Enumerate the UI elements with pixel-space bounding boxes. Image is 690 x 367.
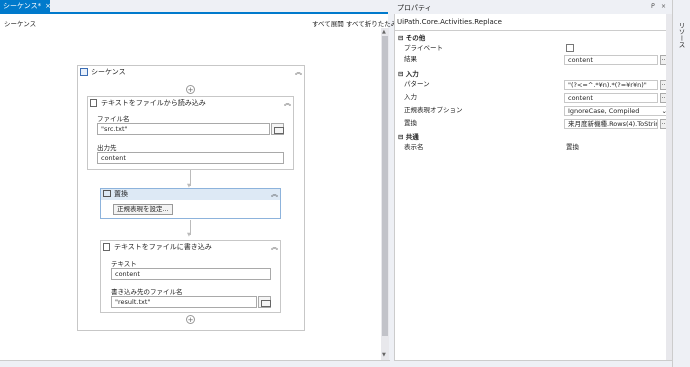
read-activity-title: テキストをファイルから読み込み bbox=[101, 99, 206, 107]
divider bbox=[394, 30, 672, 31]
result-input[interactable]: content bbox=[564, 55, 658, 65]
activity-type-name: UiPath.Core.Activities.Replace bbox=[397, 18, 502, 26]
display-name-value[interactable]: 置換 bbox=[566, 142, 579, 153]
breadcrumb[interactable]: シーケンス bbox=[4, 18, 36, 28]
output-label: 出力先 bbox=[97, 144, 117, 152]
regex-options-dropdown[interactable]: IgnoreCase, Compiled ⌄ bbox=[564, 106, 671, 116]
prop-label-input: 入力 bbox=[404, 93, 417, 101]
prop-label-replacement: 置換 bbox=[404, 119, 417, 127]
write-text-input[interactable]: content bbox=[111, 268, 271, 280]
category-common[interactable]: ⊟ 共通 bbox=[398, 131, 419, 141]
designer-status-bar bbox=[0, 360, 390, 367]
resources-tab[interactable]: リソース bbox=[676, 22, 686, 48]
prop-label-private: プライベート bbox=[404, 44, 443, 52]
properties-status-bar bbox=[394, 360, 672, 367]
sequence-icon bbox=[80, 68, 88, 76]
expand-all-link[interactable]: すべて展開 bbox=[312, 18, 344, 28]
read-file-name-input[interactable]: "src.txt" bbox=[97, 123, 270, 135]
scroll-up-icon[interactable]: ▲ bbox=[382, 29, 386, 35]
prop-label-result: 結果 bbox=[404, 55, 417, 63]
collapse-icon[interactable]: ︽ bbox=[271, 189, 278, 199]
prop-label-pattern: パターン bbox=[404, 80, 430, 88]
private-checkbox[interactable] bbox=[566, 44, 574, 52]
replace-icon bbox=[103, 190, 111, 197]
collapse-all-link[interactable]: すべて折りたたみ bbox=[346, 18, 397, 28]
tab-label: シーケンス* bbox=[3, 2, 42, 10]
write-activity-title: テキストをファイルに書き込み bbox=[114, 243, 212, 251]
category-input[interactable]: ⊟ 入力 bbox=[398, 68, 419, 78]
sequence-title: シーケンス bbox=[91, 68, 126, 76]
close-icon[interactable]: × bbox=[661, 3, 666, 10]
close-icon[interactable]: × bbox=[45, 2, 51, 10]
pin-icon[interactable]: ᑭ bbox=[651, 3, 655, 10]
folder-browse-icon[interactable] bbox=[258, 296, 271, 308]
category-other[interactable]: ⊟ その他 bbox=[398, 32, 425, 42]
file-write-icon bbox=[103, 243, 110, 251]
write-file-name-input[interactable]: "result.txt" bbox=[111, 296, 257, 308]
replace-activity-title: 置換 bbox=[114, 190, 128, 198]
tab-sequence[interactable]: シーケンス* × bbox=[0, 0, 51, 12]
write-file-label: 書き込み先のファイル名 bbox=[111, 288, 183, 296]
output-input[interactable]: content bbox=[97, 152, 284, 164]
connector-arrow: ▼ bbox=[187, 232, 191, 238]
category-label: その他 bbox=[405, 34, 426, 42]
file-name-label: ファイル名 bbox=[97, 115, 130, 123]
configure-regex-button[interactable]: 正規表現を設定... bbox=[113, 204, 173, 215]
resources-sidebar bbox=[672, 0, 690, 367]
scroll-down-icon[interactable]: ▼ bbox=[382, 352, 386, 358]
replacement-input[interactable]: 来月度新機種.Rows(4).ToString() bbox=[564, 119, 658, 129]
add-activity-icon[interactable]: + bbox=[186, 315, 195, 324]
pattern-input[interactable]: "(?<=^.*¥n).*(?=¥r¥n)" bbox=[564, 80, 658, 90]
minus-icon: ⊟ bbox=[398, 70, 406, 78]
collapse-icon[interactable]: ︽ bbox=[295, 67, 302, 77]
file-read-icon bbox=[90, 99, 97, 107]
minus-icon: ⊟ bbox=[398, 34, 406, 42]
properties-title: プロパティ bbox=[397, 4, 432, 12]
collapse-icon[interactable]: ︽ bbox=[271, 242, 278, 252]
folder-browse-icon[interactable] bbox=[271, 123, 284, 135]
category-label: 共通 bbox=[405, 133, 419, 141]
text-label: テキスト bbox=[111, 260, 137, 268]
scrollbar-thumb[interactable] bbox=[382, 36, 388, 336]
prop-label-display-name: 表示名 bbox=[404, 143, 424, 151]
regex-options-value: IgnoreCase, Compiled bbox=[568, 107, 640, 115]
properties-title-bar: プロパティ bbox=[394, 0, 672, 14]
collapse-icon[interactable]: ︽ bbox=[284, 98, 291, 108]
minus-icon: ⊟ bbox=[398, 133, 406, 141]
category-label: 入力 bbox=[405, 70, 419, 78]
input-input[interactable]: content bbox=[564, 93, 658, 103]
add-activity-icon[interactable]: + bbox=[186, 85, 195, 94]
prop-label-regex-options: 正規表現オプション bbox=[404, 106, 463, 114]
